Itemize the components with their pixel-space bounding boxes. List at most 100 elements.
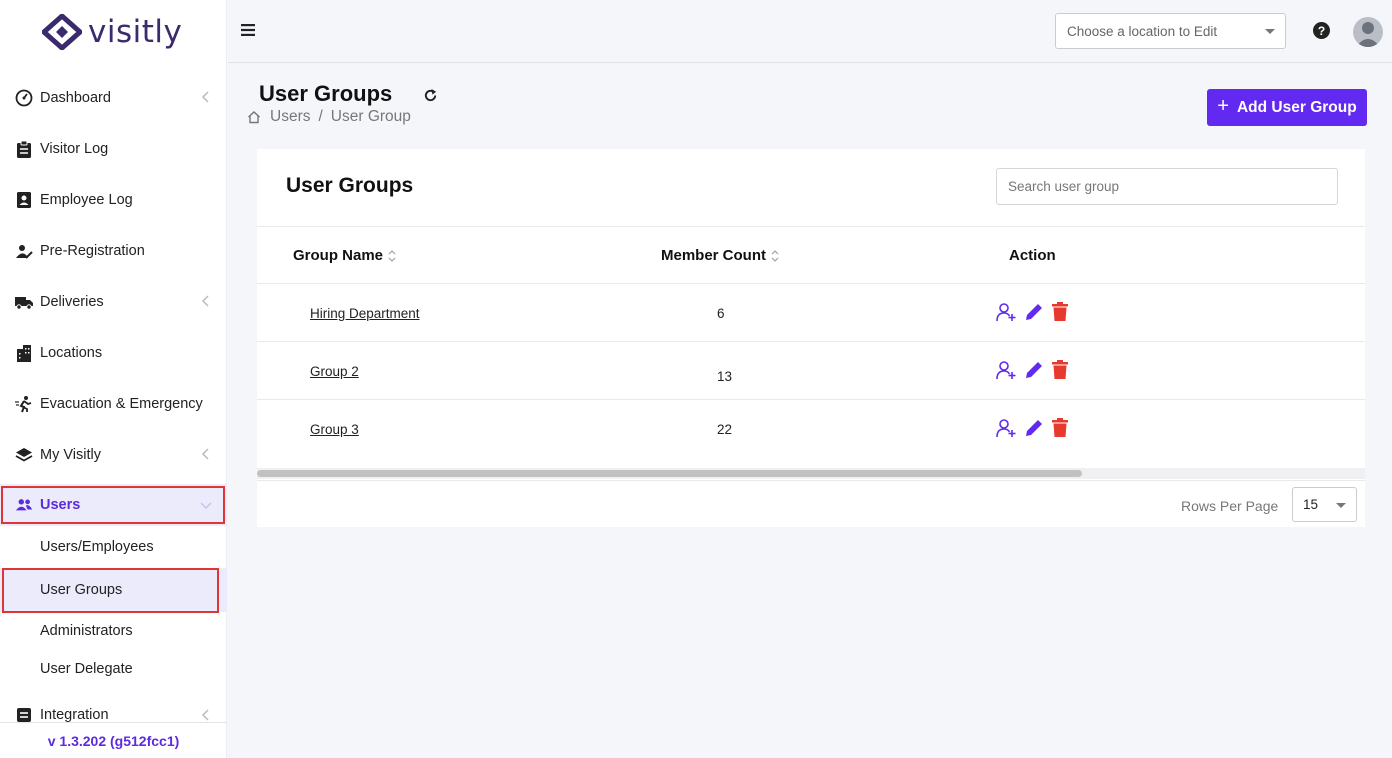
- sidebar-subitem-user-groups[interactable]: User Groups: [0, 568, 227, 613]
- member-count: 13: [717, 369, 733, 384]
- logo-text: visitly: [88, 14, 183, 50]
- layers-icon: [15, 446, 33, 464]
- sidebar-item-visitor-log[interactable]: Visitor Log: [0, 123, 227, 174]
- sidebar: visitly Dashboard Visitor Log Employee L…: [0, 0, 227, 758]
- table-row: Group 3 22: [257, 400, 1365, 458]
- breadcrumb-user-group: User Group: [330, 108, 411, 125]
- sidebar-subitem-label: Administrators: [40, 623, 133, 639]
- column-header-member-count[interactable]: Member Count: [661, 247, 780, 264]
- chevron-left-icon: [201, 448, 209, 460]
- clipboard-icon: [15, 140, 33, 158]
- table-row: Hiring Department 6: [257, 284, 1365, 342]
- user-avatar-icon[interactable]: [1353, 17, 1383, 47]
- gauge-icon: [15, 89, 33, 107]
- sidebar-item-label: Evacuation & Emergency: [40, 395, 203, 412]
- column-header-label: Group Name: [293, 247, 384, 264]
- sort-icon[interactable]: [770, 249, 780, 263]
- edit-pencil-icon[interactable]: [1024, 302, 1044, 322]
- edit-pencil-icon[interactable]: [1024, 360, 1044, 380]
- sidebar-item-pre-registration[interactable]: Pre-Registration: [0, 225, 227, 276]
- delete-trash-icon[interactable]: [1051, 302, 1069, 322]
- building-icon: [15, 344, 33, 362]
- breadcrumb: Users / User Group: [247, 108, 411, 126]
- chevron-left-icon: [201, 91, 209, 103]
- sidebar-item-label: Locations: [40, 344, 103, 361]
- add-member-icon[interactable]: [996, 302, 1017, 322]
- page-title: User Groups: [259, 81, 393, 106]
- sidebar-item-employee-log[interactable]: Employee Log: [0, 174, 227, 225]
- horizontal-scrollbar[interactable]: [257, 468, 1365, 479]
- sidebar-item-locations[interactable]: Locations: [0, 327, 227, 378]
- sidebar-item-label: Employee Log: [40, 191, 133, 208]
- row-actions: [996, 302, 1076, 322]
- sidebar-item-label: Deliveries: [40, 293, 104, 310]
- row-actions: [996, 418, 1076, 438]
- plus-icon: +: [1217, 95, 1229, 117]
- sidebar-item-label: My Visitly: [40, 446, 101, 463]
- topbar: Choose a location to Edit ?: [228, 0, 1392, 63]
- add-member-icon[interactable]: [996, 418, 1017, 438]
- card-title: User Groups: [286, 174, 414, 197]
- column-header-action: Action: [1009, 247, 1056, 264]
- search-input[interactable]: [996, 168, 1338, 205]
- user-edit-icon: [15, 242, 33, 260]
- table-header: Group Name Member Count Action: [257, 226, 1365, 284]
- chevron-left-icon: [201, 295, 209, 307]
- caret-down-icon: [1336, 503, 1346, 508]
- sidebar-item-users[interactable]: Users: [0, 484, 227, 526]
- chevron-left-icon: [201, 709, 209, 721]
- sidebar-item-my-visitly[interactable]: My Visitly: [0, 429, 227, 480]
- running-person-icon: [15, 395, 33, 413]
- breadcrumb-separator: /: [318, 108, 323, 125]
- add-user-group-label: Add User Group: [1236, 98, 1357, 116]
- highlight-outline: [1, 486, 225, 524]
- highlight-outline: [2, 568, 219, 613]
- sidebar-item-label: Dashboard: [40, 89, 111, 106]
- group-name-link[interactable]: Group 3: [310, 422, 359, 437]
- group-name-link[interactable]: Group 2: [310, 364, 359, 379]
- question-circle-icon[interactable]: ?: [1313, 22, 1330, 39]
- member-count: 6: [717, 306, 725, 321]
- add-user-group-button[interactable]: + Add User Group: [1207, 89, 1367, 126]
- sidebar-item-label: Pre-Registration: [40, 242, 145, 259]
- sort-icon[interactable]: [387, 249, 397, 263]
- scrollbar-thumb[interactable]: [257, 470, 1082, 477]
- sidebar-item-deliveries[interactable]: Deliveries: [0, 276, 227, 327]
- sidebar-subitem-user-delegate[interactable]: User Delegate: [0, 650, 227, 688]
- table-row: Group 2 13: [257, 342, 1365, 400]
- column-header-label: Member Count: [661, 247, 766, 264]
- delete-trash-icon[interactable]: [1051, 418, 1069, 438]
- refresh-icon[interactable]: [423, 88, 438, 103]
- sidebar-item-dashboard[interactable]: Dashboard: [0, 72, 227, 123]
- sidebar-subitem-label: Users/Employees: [40, 539, 154, 555]
- location-select[interactable]: Choose a location to Edit: [1055, 13, 1286, 49]
- id-badge-icon: [15, 191, 33, 209]
- app-version: v 1.3.202 (g512fcc1): [0, 722, 227, 758]
- visitly-logo-icon: [42, 14, 82, 50]
- column-header-label: Action: [1009, 247, 1056, 264]
- table-footer: Rows Per Page 15: [257, 480, 1365, 527]
- sidebar-item-evacuation[interactable]: Evacuation & Emergency: [0, 378, 227, 429]
- edit-pencil-icon[interactable]: [1024, 418, 1044, 438]
- hamburger-menu-icon[interactable]: [241, 24, 255, 36]
- sidebar-subitem-administrators[interactable]: Administrators: [0, 612, 227, 650]
- chevron-down-icon: [200, 502, 212, 510]
- truck-icon: [15, 293, 33, 311]
- column-header-group-name[interactable]: Group Name: [293, 247, 397, 264]
- delete-trash-icon[interactable]: [1051, 360, 1069, 380]
- sidebar-item-label: Integration: [40, 707, 109, 723]
- visitly-logo[interactable]: visitly: [42, 12, 182, 52]
- home-icon[interactable]: [247, 110, 261, 124]
- sidebar-subitem-users-employees[interactable]: Users/Employees: [0, 528, 227, 566]
- sidebar-item-label: Visitor Log: [40, 140, 109, 157]
- group-name-link[interactable]: Hiring Department: [310, 306, 420, 321]
- rows-per-page-label: Rows Per Page: [1181, 498, 1279, 514]
- caret-down-icon: [1265, 29, 1275, 34]
- user-groups-card: User Groups Group Name Member Count Acti…: [257, 149, 1365, 527]
- member-count: 22: [717, 422, 733, 437]
- breadcrumb-users[interactable]: Users: [270, 108, 310, 126]
- add-member-icon[interactable]: [996, 360, 1017, 380]
- sidebar-nav: Dashboard Visitor Log Employee Log Pre-R…: [0, 72, 227, 738]
- rows-per-page-select[interactable]: 15: [1292, 487, 1357, 522]
- rows-per-page-value: 15: [1303, 497, 1319, 512]
